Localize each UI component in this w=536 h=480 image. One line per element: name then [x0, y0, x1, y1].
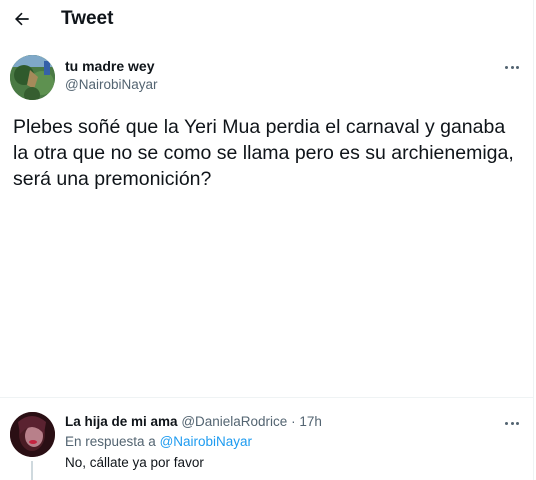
avatar[interactable]: [10, 55, 55, 100]
more-options-button[interactable]: [503, 62, 521, 73]
reply-avatar[interactable]: [10, 412, 55, 457]
reply-author-handle[interactable]: @DanielaRodrice: [181, 414, 287, 429]
replying-to: En respuesta a @NairobiNayar: [65, 434, 252, 449]
page-title: Tweet: [61, 8, 114, 29]
tweet-text: Plebes soñé que la Yeri Mua perdia el ca…: [13, 116, 514, 190]
thread-line: [31, 461, 33, 480]
more-horizontal-icon: [505, 422, 519, 425]
reply-more-options-button[interactable]: [503, 418, 521, 429]
arrow-left-icon: [15, 12, 29, 26]
divider: [0, 397, 533, 398]
replying-to-prefix: En respuesta a: [65, 434, 160, 449]
reply-separator: ·: [287, 414, 300, 429]
author-name[interactable]: tu madre wey: [65, 58, 154, 74]
page-header: Tweet: [0, 0, 533, 40]
back-button[interactable]: [8, 5, 36, 33]
author-handle[interactable]: @NairobiNayar: [65, 77, 157, 92]
reply-time[interactable]: 17h: [299, 414, 322, 429]
reply-author-name[interactable]: La hija de mi ama: [65, 414, 178, 429]
more-horizontal-icon: [505, 66, 519, 69]
tweet-detail-panel: Tweet tu madre wey @NairobiNayar Plebes …: [0, 0, 534, 480]
reply-text: No, cállate ya por favor: [65, 455, 204, 470]
replying-to-link[interactable]: @NairobiNayar: [160, 434, 252, 449]
reply-header: La hija de mi ama @DanielaRodrice · 17h: [65, 414, 322, 429]
